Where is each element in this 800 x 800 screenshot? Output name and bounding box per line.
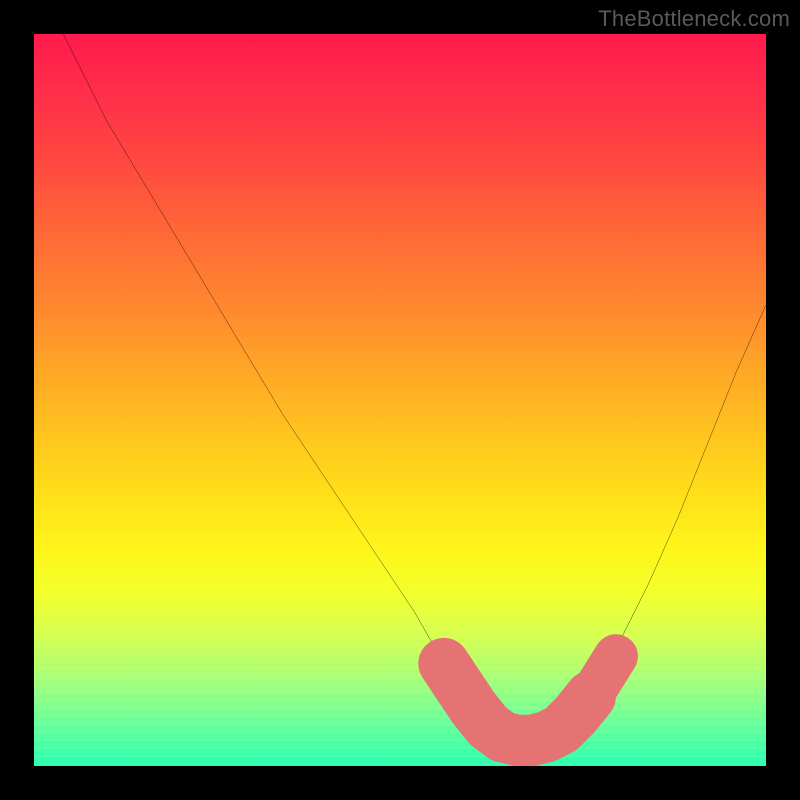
curve-highlight-min <box>444 664 590 741</box>
curve-highlight-right <box>598 656 616 685</box>
chart-frame: TheBottleneck.com <box>0 0 800 800</box>
bottleneck-curve-svg <box>34 34 766 766</box>
bottleneck-curve <box>63 34 766 740</box>
plot-area <box>34 34 766 766</box>
watermark-text: TheBottleneck.com <box>598 6 790 32</box>
